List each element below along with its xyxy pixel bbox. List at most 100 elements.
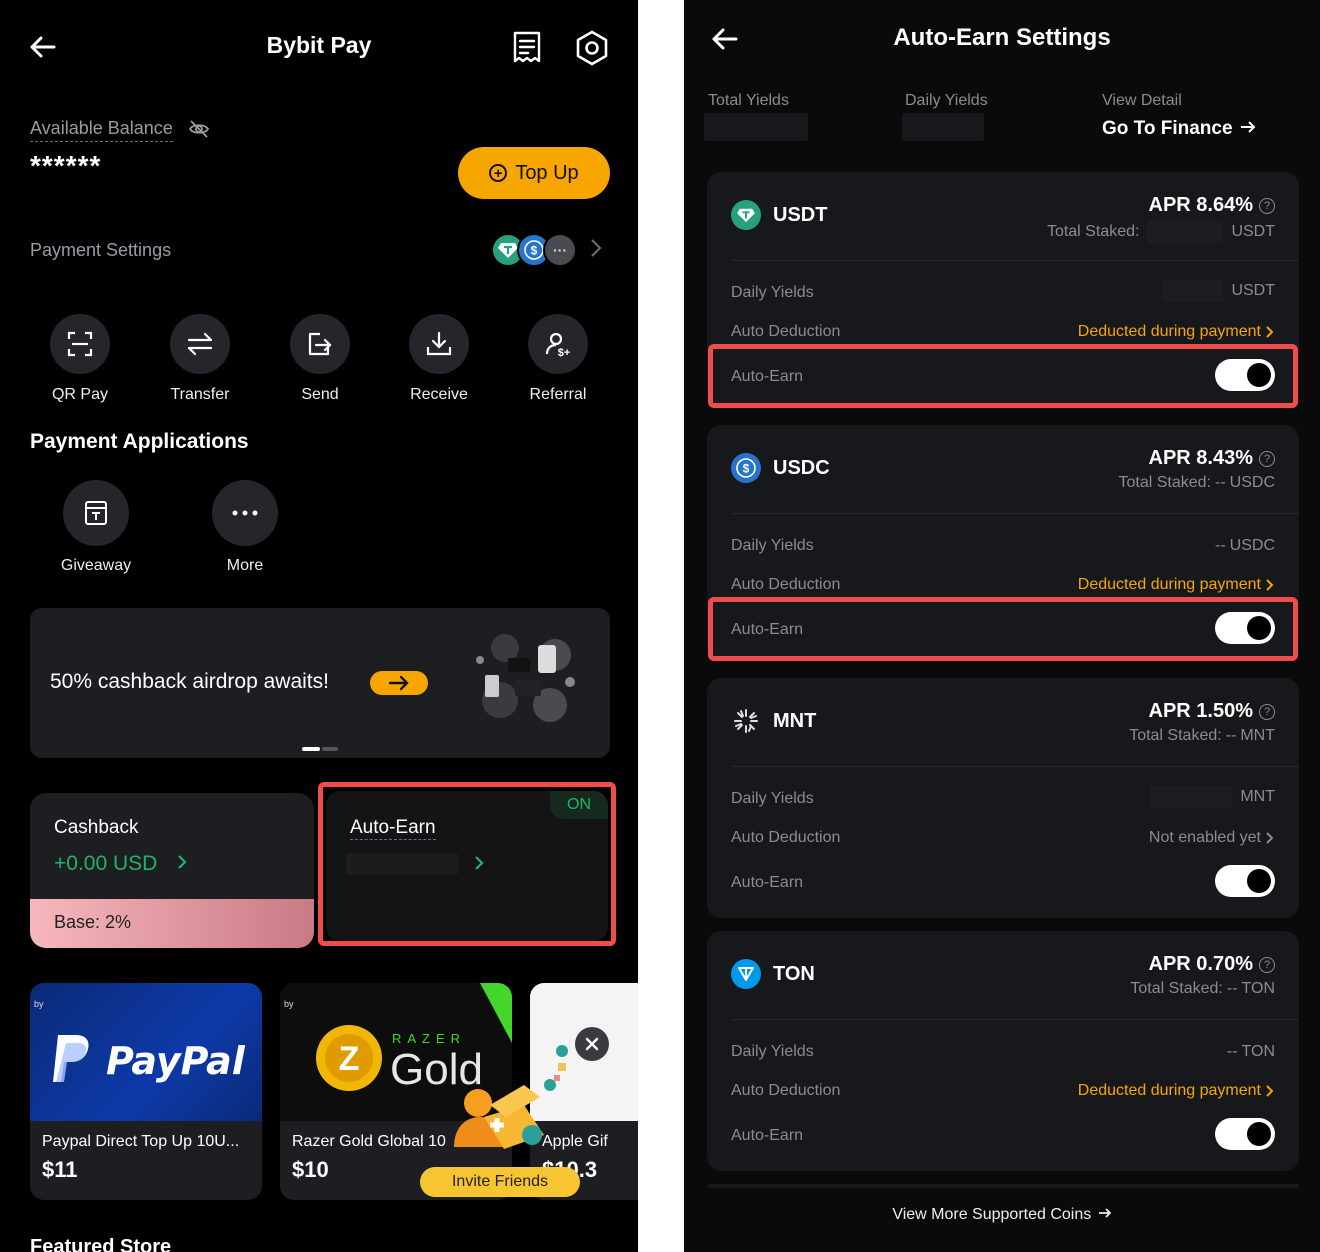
- giveaway-app[interactable]: Giveaway: [41, 480, 151, 575]
- deduction-text: Deducted during payment: [1077, 323, 1261, 340]
- highlight-box: [708, 597, 1298, 661]
- transfer-icon: [170, 314, 230, 374]
- view-detail-label: View Detail: [1102, 92, 1182, 109]
- staked-unit: MNT: [1240, 727, 1275, 744]
- carousel-dots: [302, 738, 338, 751]
- cashback-banner[interactable]: 50% cashback airdrop awaits!: [30, 608, 610, 758]
- total-staked: Total Staked: -- USDC: [1119, 474, 1276, 492]
- invite-friends-button[interactable]: Invite Friends: [420, 1167, 580, 1197]
- qr-scan-icon: [50, 314, 110, 374]
- auto-deduction-value[interactable]: Not enabled yet: [1149, 829, 1275, 847]
- auto-deduction-value[interactable]: Deducted during payment: [1078, 1082, 1275, 1100]
- daily-yields-label: Daily Yields: [731, 1043, 814, 1060]
- auto-deduction-label: Auto Deduction: [731, 829, 841, 846]
- help-icon[interactable]: ?: [1259, 703, 1275, 720]
- mnt-icon: [731, 706, 761, 736]
- banner-illustration: [460, 620, 595, 745]
- auto-deduction-value[interactable]: Deducted during payment: [1078, 576, 1275, 594]
- gift-card-name: Paypal Direct Top Up 10U...: [42, 1133, 240, 1150]
- yield-unit: USDT: [1231, 282, 1275, 299]
- payment-applications-title: Payment Applications: [30, 430, 249, 453]
- staked-label: Total Staked:: [1118, 474, 1212, 491]
- total-staked: Total Staked: -- MNT: [1129, 727, 1275, 745]
- next-card-edge: [707, 1184, 1299, 1188]
- deduction-text: Deducted during payment: [1077, 576, 1261, 593]
- staked-unit: USDC: [1229, 474, 1275, 491]
- referral-action[interactable]: $+ Referral: [508, 314, 608, 404]
- divider: [731, 260, 1299, 261]
- go-to-finance-label: Go To Finance: [1102, 118, 1233, 139]
- chevron-right-icon: [1266, 579, 1274, 591]
- auto-earn-settings-screen: Auto-Earn Settings Total Yields Daily Yi…: [684, 0, 1320, 1252]
- coin-name: MNT: [773, 710, 817, 732]
- top-up-button[interactable]: + Top Up: [458, 147, 610, 199]
- receive-action[interactable]: Receive: [389, 314, 489, 404]
- highlight-box: [708, 344, 1298, 408]
- yield-unit: MNT: [1240, 788, 1275, 805]
- payment-coins[interactable]: $ ···: [491, 233, 581, 267]
- toggle-knob: [1247, 1122, 1271, 1146]
- staked-label: Total Staked:: [1046, 223, 1140, 240]
- payment-settings-label[interactable]: Payment Settings: [30, 240, 171, 261]
- more-app[interactable]: More: [190, 480, 300, 575]
- available-balance-label: Available Balance: [30, 118, 173, 142]
- total-yields-label: Total Yields: [708, 92, 789, 109]
- chevron-right-icon[interactable]: [590, 238, 602, 264]
- pa-label: Giveaway: [60, 557, 132, 574]
- view-more-coins-link[interactable]: View More Supported Coins: [684, 1206, 1320, 1224]
- auto-deduction-label: Auto Deduction: [731, 576, 841, 593]
- help-icon[interactable]: ?: [1259, 197, 1275, 214]
- cashback-card[interactable]: Cashback +0.00 USD Base: 2%: [30, 793, 314, 948]
- qa-label: Transfer: [170, 386, 230, 403]
- staked-hidden: [1147, 221, 1224, 243]
- help-icon[interactable]: ?: [1259, 450, 1275, 467]
- total-staked: Total Staked: -- TON: [1130, 980, 1275, 998]
- yield-hidden: [1163, 280, 1224, 302]
- receive-icon: [409, 314, 469, 374]
- gift-card-price: $10: [292, 1157, 329, 1182]
- pa-label: More: [226, 557, 264, 574]
- apr-value: APR 0.70%?: [1149, 953, 1275, 976]
- gift-card-paypal[interactable]: by PayPal Paypal Direct Top Up 10U... $1…: [30, 983, 262, 1200]
- apr-text: APR 8.43%: [1148, 447, 1254, 469]
- deduction-text: Deducted during payment: [1077, 1082, 1261, 1099]
- receipt-icon[interactable]: [508, 28, 546, 66]
- settings-icon[interactable]: [572, 28, 612, 68]
- paypal-wordmark: PayPal: [106, 1039, 245, 1083]
- deduction-text: Not enabled yet: [1148, 829, 1261, 846]
- auto-deduction-value[interactable]: Deducted during payment: [1078, 323, 1275, 341]
- qr-pay-action[interactable]: QR Pay: [30, 314, 130, 404]
- daily-yields-value: USDT: [1163, 280, 1275, 302]
- gift-card-price: $11: [42, 1157, 78, 1182]
- arrow-right-icon: [1240, 121, 1256, 133]
- qa-label: Receive: [410, 386, 468, 403]
- go-to-finance-link[interactable]: Go To Finance: [1102, 118, 1256, 140]
- send-icon: [290, 314, 350, 374]
- auto-deduction-label: Auto Deduction: [731, 323, 841, 340]
- ton-icon: [731, 959, 761, 989]
- coin-name: USDC: [773, 457, 830, 479]
- help-icon[interactable]: ?: [1259, 956, 1275, 973]
- eye-off-icon[interactable]: [188, 118, 210, 140]
- auto-earn-toggle[interactable]: [1215, 865, 1275, 897]
- send-action[interactable]: Send: [270, 314, 370, 404]
- yield-unit: TON: [1241, 1043, 1275, 1060]
- divider: [731, 1019, 1299, 1020]
- divider: [731, 513, 1299, 514]
- daily-yields-label: Daily Yields: [731, 284, 814, 301]
- chevron-right-icon: [1266, 1085, 1274, 1097]
- staked-label: Total Staked:: [1129, 727, 1222, 744]
- apr-value: APR 8.64%?: [1149, 194, 1275, 217]
- more-coins-icon: ···: [543, 233, 577, 267]
- close-icon[interactable]: [575, 1027, 609, 1061]
- featured-store-title: Featured Store: [30, 1236, 172, 1252]
- daily-yields-label: Daily Yields: [905, 92, 988, 109]
- arrow-right-icon[interactable]: [370, 671, 428, 695]
- transfer-action[interactable]: Transfer: [150, 314, 250, 404]
- top-up-label: Top Up: [515, 161, 579, 184]
- razer-wordmark: RAZER: [392, 1031, 467, 1046]
- auto-earn-toggle[interactable]: [1215, 1118, 1275, 1150]
- staked-unit: TON: [1241, 980, 1275, 997]
- divider: [731, 766, 1299, 767]
- yield-value: --: [1215, 537, 1226, 554]
